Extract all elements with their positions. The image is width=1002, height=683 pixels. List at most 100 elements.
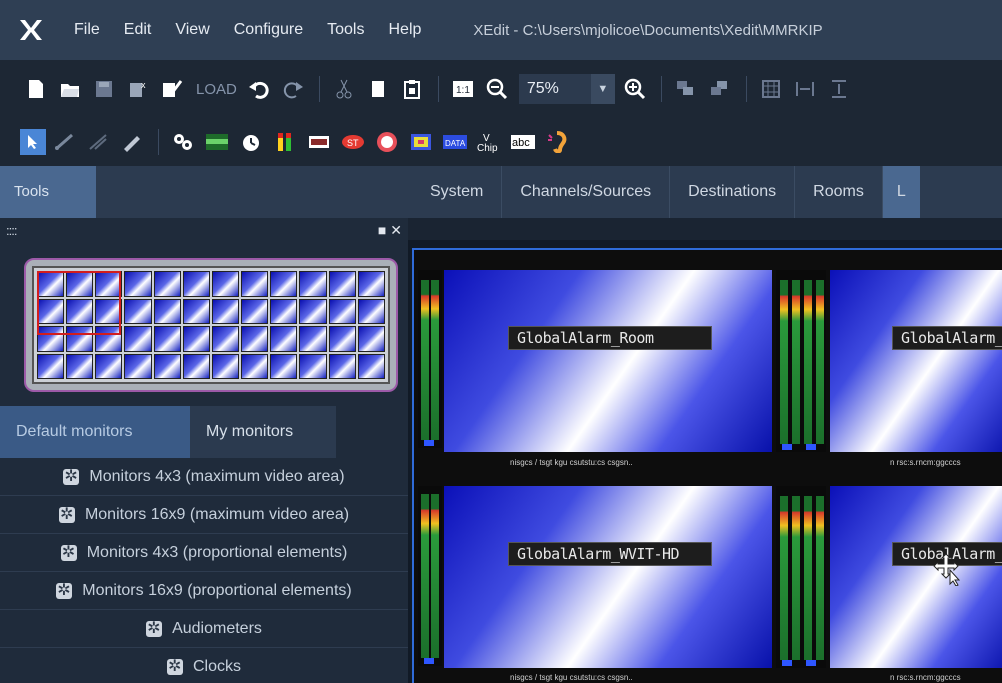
menu-configure[interactable]: Configure bbox=[222, 0, 315, 60]
video-tile[interactable]: GlobalAlarm_ bbox=[830, 270, 1002, 452]
layout-canvas[interactable]: GlobalAlarm_Room nisgcs / tsgt kgu csuts… bbox=[408, 218, 1002, 683]
toolbar-separator bbox=[437, 76, 439, 102]
menu-help[interactable]: Help bbox=[376, 0, 433, 60]
wire-disabled-icon[interactable] bbox=[82, 127, 114, 157]
list-item-label: Monitors 4x3 (maximum video area) bbox=[89, 467, 345, 485]
tab-default-monitors[interactable]: Default monitors bbox=[0, 406, 190, 458]
meter-indicator bbox=[782, 444, 792, 450]
distribute-v-icon[interactable] bbox=[823, 74, 855, 104]
cut-icon[interactable] bbox=[328, 74, 360, 104]
drag-handle-icon[interactable]: :::: bbox=[6, 223, 17, 238]
layout-overview[interactable] bbox=[24, 258, 398, 392]
move-cursor-icon bbox=[933, 553, 961, 586]
close-doc-icon[interactable]: x bbox=[122, 74, 154, 104]
tab-system[interactable]: System bbox=[412, 166, 501, 218]
gear-icon bbox=[56, 580, 73, 600]
meter-bar bbox=[792, 280, 800, 444]
load-button[interactable]: LOAD bbox=[190, 81, 243, 98]
video-tile[interactable]: GlobalAlarm_ bbox=[830, 486, 1002, 668]
chevron-down-icon[interactable]: ▼ bbox=[590, 74, 615, 104]
meter-bar bbox=[792, 496, 800, 660]
bring-front-icon[interactable] bbox=[670, 74, 702, 104]
check-doc-icon[interactable] bbox=[156, 74, 188, 104]
list-item[interactable]: Monitors 16x9 (maximum video area) bbox=[0, 496, 408, 534]
alarm-icon[interactable] bbox=[371, 127, 403, 157]
list-item[interactable]: Clocks bbox=[0, 648, 408, 683]
new-file-icon[interactable] bbox=[20, 74, 52, 104]
close-icon[interactable]: ✕ bbox=[390, 222, 402, 238]
tab-tools[interactable]: Tools bbox=[0, 166, 96, 218]
overview-thumbnail bbox=[241, 271, 269, 297]
text-icon[interactable]: abc bbox=[507, 127, 539, 157]
clock-icon[interactable] bbox=[235, 127, 267, 157]
tab-l[interactable]: L bbox=[881, 166, 920, 218]
pointer-icon[interactable] bbox=[20, 129, 46, 155]
overview-thumbnail bbox=[153, 298, 181, 324]
layout-frame[interactable]: GlobalAlarm_Room nisgcs / tsgt kgu csuts… bbox=[412, 248, 1002, 683]
tile-label[interactable]: GlobalAlarm_ bbox=[892, 326, 1002, 350]
overview-thumbnail bbox=[357, 353, 385, 379]
undo-icon[interactable] bbox=[243, 74, 275, 104]
viewport-selection[interactable] bbox=[37, 271, 121, 335]
list-item[interactable]: Monitors 4x3 (proportional elements) bbox=[0, 534, 408, 572]
zoom-out-icon[interactable] bbox=[481, 74, 513, 104]
copy-icon[interactable] bbox=[362, 74, 394, 104]
menu-view[interactable]: View bbox=[163, 0, 221, 60]
logo-icon[interactable] bbox=[405, 127, 437, 157]
list-item[interactable]: Audiometers bbox=[0, 610, 408, 648]
float-panel-icon[interactable]: ■ bbox=[378, 222, 386, 238]
grid-icon[interactable] bbox=[755, 74, 787, 104]
pen-icon[interactable] bbox=[116, 127, 148, 157]
list-item[interactable]: Monitors 4x3 (maximum video area) bbox=[0, 458, 408, 496]
audio-meter[interactable] bbox=[418, 486, 442, 666]
st-icon[interactable]: ST bbox=[337, 127, 369, 157]
tile-label[interactable]: GlobalAlarm_WVIT-HD bbox=[508, 542, 712, 566]
zoom-select[interactable]: 75% ▼ bbox=[518, 74, 615, 104]
audiometer-icon[interactable] bbox=[269, 127, 301, 157]
vu-icon[interactable] bbox=[303, 127, 335, 157]
menu-tools[interactable]: Tools bbox=[315, 0, 376, 60]
gear-icon bbox=[60, 542, 77, 562]
tab-destinations[interactable]: Destinations bbox=[669, 166, 794, 218]
meter-indicator bbox=[806, 444, 816, 450]
list-item-label: Audiometers bbox=[172, 619, 262, 637]
meter-bar bbox=[816, 280, 824, 444]
overview-thumbnail bbox=[211, 353, 240, 379]
zoom-value: 75% bbox=[526, 80, 559, 97]
meter-bar bbox=[780, 496, 788, 660]
meter-indicator bbox=[424, 440, 434, 446]
data-icon[interactable]: DATA bbox=[439, 127, 471, 157]
svg-text:DATA: DATA bbox=[445, 139, 466, 148]
audio-meter[interactable] bbox=[776, 270, 826, 452]
tab-channels-sources[interactable]: Channels/Sources bbox=[501, 166, 669, 218]
send-back-icon[interactable] bbox=[704, 74, 736, 104]
gear-icon bbox=[146, 618, 163, 638]
one-to-one-icon[interactable]: 1:1 bbox=[447, 74, 479, 104]
overview-thumbnail bbox=[153, 326, 181, 352]
audio-meter[interactable] bbox=[418, 270, 442, 448]
audio-meter[interactable] bbox=[776, 486, 826, 668]
properties-icon[interactable] bbox=[167, 127, 199, 157]
list-item[interactable]: Monitors 16x9 (proportional elements) bbox=[0, 572, 408, 610]
menu-file[interactable]: File bbox=[62, 0, 112, 60]
video-tile[interactable]: GlobalAlarm_Room bbox=[444, 270, 772, 452]
distribute-h-icon[interactable] bbox=[789, 74, 821, 104]
tile-label[interactable]: GlobalAlarm_Room bbox=[508, 326, 712, 350]
menu-edit[interactable]: Edit bbox=[112, 0, 164, 60]
monitor-tabs: Default monitors My monitors bbox=[0, 406, 408, 458]
vchip-icon[interactable]: V Chip bbox=[473, 127, 505, 157]
wire-icon[interactable] bbox=[48, 127, 80, 157]
redo-icon[interactable] bbox=[277, 74, 309, 104]
overview-thumbnail bbox=[211, 271, 240, 297]
open-folder-icon[interactable] bbox=[54, 74, 86, 104]
save-icon[interactable] bbox=[88, 74, 120, 104]
zoom-in-icon[interactable] bbox=[619, 74, 651, 104]
video-tile[interactable]: GlobalAlarm_WVIT-HD bbox=[444, 486, 772, 668]
overview-thumbnail bbox=[124, 326, 152, 352]
paste-icon[interactable] bbox=[396, 74, 428, 104]
svg-text:x: x bbox=[141, 80, 146, 90]
ear-icon[interactable] bbox=[541, 127, 573, 157]
tab-rooms[interactable]: Rooms bbox=[794, 166, 882, 218]
timecode-icon[interactable] bbox=[201, 127, 233, 157]
tab-my-monitors[interactable]: My monitors bbox=[190, 406, 336, 458]
